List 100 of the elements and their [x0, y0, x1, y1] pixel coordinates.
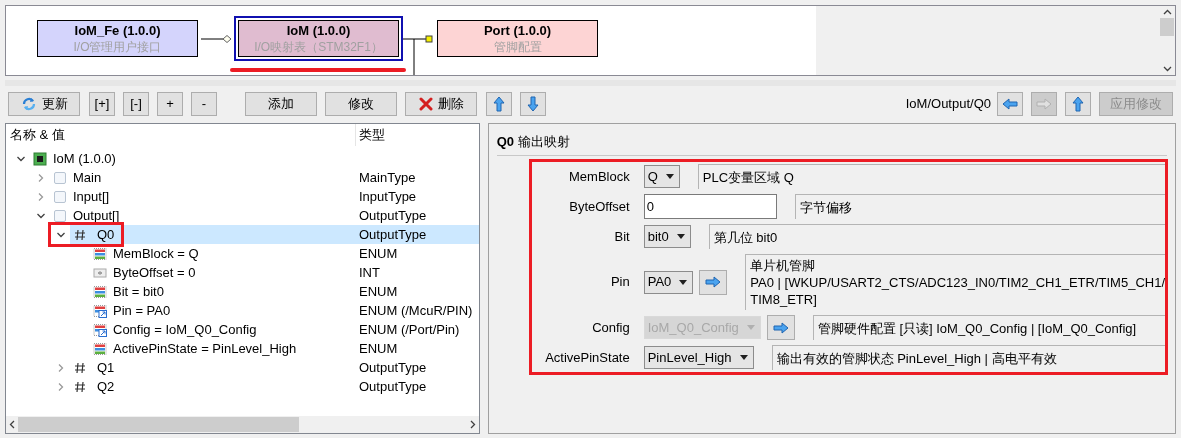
item-type: OutputType: [359, 225, 427, 244]
caret-icon: [739, 355, 748, 360]
chevron-left-icon: [9, 420, 15, 429]
node-subtitle: 管脚配置: [493, 38, 542, 55]
field-label: ByteOffset: [568, 197, 630, 216]
dropdown[interactable]: PinLevel_High: [643, 346, 754, 369]
caret-icon: [746, 325, 755, 330]
tree-item[interactable]: ActivePinState = PinLevel_High ENUM: [90, 339, 479, 358]
right-arrow-icon: [772, 321, 789, 334]
field-label: ActivePinState: [544, 348, 630, 367]
down-arrow-icon: [527, 95, 539, 112]
scrollbar[interactable]: [6, 416, 479, 433]
tree-item[interactable]: Output[] OutputType: [50, 206, 479, 225]
node-subtitle: I/O映射表（STM32F1）: [254, 38, 383, 55]
item-type: InputType: [359, 187, 417, 206]
column-header[interactable]: 类型: [356, 124, 385, 146]
item-label: MemBlock = Q: [113, 244, 199, 263]
up-arrow-icon: [1072, 95, 1084, 112]
list-icon: [93, 284, 107, 299]
hash-icon: [73, 227, 87, 242]
up-arrow-icon: [493, 95, 505, 112]
tree-item[interactable]: Q1 OutputType: [70, 358, 479, 377]
icon-button[interactable]: [997, 91, 1023, 116]
toolbar-button[interactable]: 更新: [8, 91, 80, 116]
tree-item[interactable]: Main MainType: [50, 168, 479, 187]
toolbar-button[interactable]: 修改: [325, 91, 397, 116]
module-node[interactable]: IoM_Fe (1.0.0) I/O管理用户接口: [37, 20, 198, 57]
item-type: MainType: [359, 168, 416, 187]
tree-item[interactable]: Input[] InputType: [50, 187, 479, 206]
chevron-right-icon[interactable]: [56, 362, 66, 373]
toolbar-button[interactable]: [+]: [89, 91, 115, 116]
caret-icon: [679, 279, 688, 285]
item-type: INT: [359, 263, 380, 282]
node-title: IoM (1.0.0): [286, 22, 351, 39]
chevron-down-icon: [1162, 66, 1172, 72]
square-icon: [53, 189, 67, 204]
description-text: PA0 | [WKUP/USART2_CTS/ADC123_IN0/TIM2_CH1_ETR/TIM5_CH1/: [750, 274, 1165, 291]
item-label: Output[]: [73, 206, 120, 225]
connector-line: [200, 35, 232, 43]
item-type: OutputType: [359, 206, 427, 225]
icon-button[interactable]: [1065, 91, 1091, 116]
node-title: IoM_Fe (1.0.0): [74, 22, 161, 39]
square-icon: [53, 170, 67, 185]
number-box-icon: [93, 265, 107, 280]
tree-item[interactable]: Pin = PA0 ENUM (/McuR/PIN): [90, 301, 479, 320]
node-title: Port (1.0.0): [483, 22, 552, 39]
chevron-right-icon[interactable]: [36, 191, 46, 202]
item-label: Input[]: [73, 187, 110, 206]
caret-icon: [665, 174, 674, 179]
tree-item[interactable]: Q2 OutputType: [70, 377, 479, 396]
scrollbar-thumb[interactable]: [18, 417, 299, 432]
hash-icon: [73, 360, 87, 375]
field-label: Bit: [613, 227, 630, 246]
item-label: Q0: [97, 225, 115, 244]
dropdown[interactable]: PA0: [643, 270, 694, 294]
scrollbar[interactable]: [1159, 6, 1175, 75]
toolbar-button[interactable]: -: [191, 91, 217, 116]
toolbar-button[interactable]: 删除: [405, 91, 477, 116]
item-label: IoM (1.0.0): [53, 149, 116, 168]
list-icon: [93, 246, 107, 261]
tree-item[interactable]: Q0 OutputType: [70, 225, 479, 244]
tree-item[interactable]: Config = IoM_Q0_Config ENUM (/Port/Pin): [90, 320, 479, 339]
item-label: Q1: [97, 358, 115, 377]
toolbar-button[interactable]: [-]: [123, 91, 149, 116]
right-arrow-icon: [1036, 97, 1052, 110]
toolbar-button[interactable]: +: [157, 91, 183, 116]
icon-button[interactable]: [520, 91, 546, 116]
input-field[interactable]: 0: [643, 194, 777, 219]
description-text: 字节偏移: [799, 198, 853, 216]
scrollbar-thumb[interactable]: [1160, 18, 1174, 36]
square-icon: [53, 208, 67, 223]
item-type: ENUM (/Port/Pin): [359, 320, 460, 339]
field-label: Pin: [609, 273, 630, 292]
dropdown[interactable]: Q: [643, 165, 680, 188]
column-header[interactable]: 名称 & 值: [6, 124, 355, 146]
dropdown[interactable]: bit0: [643, 225, 691, 248]
tree-item[interactable]: ByteOffset = 0 INT: [90, 263, 479, 282]
chevron-right-icon[interactable]: [36, 172, 46, 183]
item-type: ENUM: [359, 244, 398, 263]
module-node[interactable]: Port (1.0.0) 管脚配置: [437, 20, 598, 57]
toolbar-button[interactable]: 添加: [245, 91, 317, 116]
tree-item[interactable]: MemBlock = Q ENUM: [90, 244, 479, 263]
field-label: MemBlock: [568, 167, 630, 186]
tree-item[interactable]: Bit = bit0 ENUM: [90, 282, 479, 301]
refresh-icon: [20, 95, 37, 112]
chevron-right-icon[interactable]: [56, 381, 66, 392]
connector-line: [401, 35, 433, 75]
item-label: ByteOffset = 0: [113, 263, 196, 282]
node-subtitle: I/O管理用户接口: [73, 38, 162, 55]
linked-list-icon: [93, 303, 107, 318]
module-node[interactable]: IoM (1.0.0) I/O映射表（STM32F1）: [238, 20, 399, 57]
tree-item[interactable]: IoM (1.0.0): [30, 149, 479, 168]
icon-button[interactable]: [486, 91, 512, 116]
description-text: 单片机管脚: [750, 257, 817, 274]
go-to-button[interactable]: [699, 269, 728, 295]
right-arrow-icon: [705, 276, 722, 288]
item-label: Q2: [97, 377, 115, 396]
description-text: 输出有效的管脚状态 PinLevel_High | 高电平有效: [776, 349, 1058, 367]
breadcrumb-path: IoM/Output/Q0: [905, 94, 991, 113]
caret-icon: [676, 234, 685, 239]
